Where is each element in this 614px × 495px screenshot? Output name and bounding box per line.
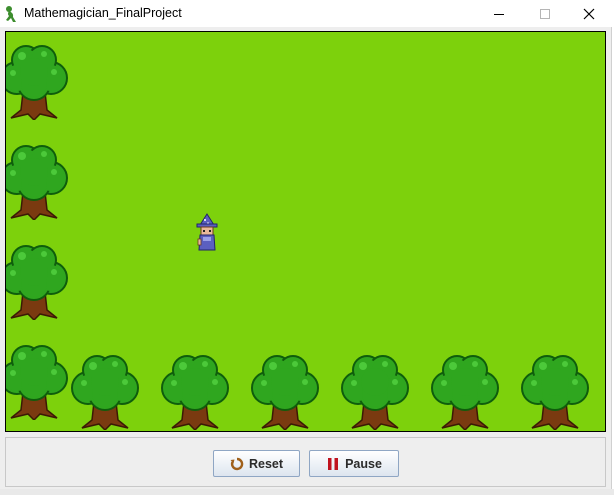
pause-button[interactable]: Pause [309,450,399,477]
tree-icon [5,340,70,420]
taskbar-edge [0,489,614,495]
pause-label: Pause [345,456,382,471]
control-panel: Reset Pause [5,437,606,487]
tree-icon [519,350,591,430]
close-button[interactable] [566,0,612,27]
maximize-button[interactable] [522,0,568,27]
tree-icon [249,350,321,430]
minimize-button[interactable] [476,0,522,27]
pause-icon [328,457,339,470]
reset-label: Reset [248,456,284,471]
reset-button[interactable]: Reset [213,450,300,477]
app-figure-icon [6,6,16,22]
minimize-icon [494,13,504,15]
tree-icon [429,350,501,430]
title-bar: Mathemagician_FinalProject [0,0,614,27]
tree-icon [159,350,231,430]
tree-icon [5,140,70,220]
tree-icon [69,350,141,430]
window-title: Mathemagician_FinalProject [24,6,182,20]
reset-icon [230,457,244,470]
tree-icon [339,350,411,430]
tree-icon [5,240,70,320]
tree-icon [5,40,70,120]
wizard-icon [196,213,218,251]
maximize-icon [540,8,550,19]
close-icon [583,8,595,19]
game-canvas[interactable] [5,31,606,432]
